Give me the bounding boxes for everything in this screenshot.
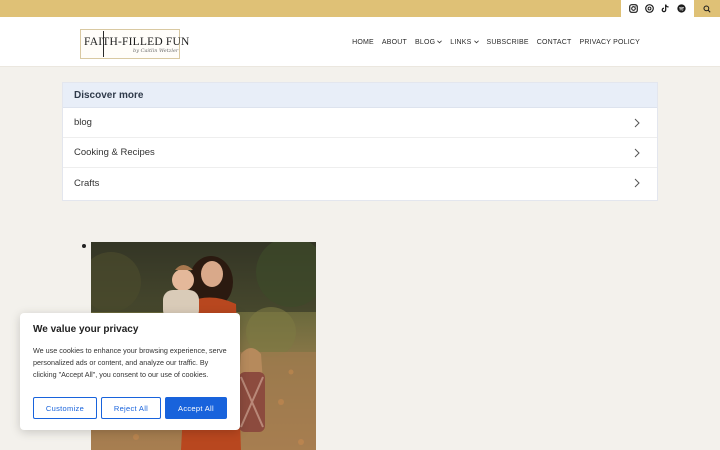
social-bar [621, 0, 720, 17]
threads-icon[interactable] [645, 4, 654, 13]
chevron-down-icon [473, 40, 479, 44]
spotify-icon[interactable] [677, 4, 686, 13]
discover-item[interactable]: Cooking & Recipes [63, 138, 657, 168]
search-icon [703, 4, 711, 13]
nav-blog[interactable]: BLOG [415, 38, 443, 46]
discover-item[interactable]: Crafts [63, 168, 657, 198]
nav-links-label: LINKS [450, 38, 472, 46]
instagram-icon[interactable] [629, 4, 638, 13]
discover-item-label: blog [74, 117, 92, 128]
list-bullet [82, 244, 86, 248]
nav-links[interactable]: LINKS [450, 38, 479, 46]
nav-contact[interactable]: CONTACT [537, 39, 572, 46]
accept-all-button[interactable]: Accept All [165, 397, 227, 419]
nav-privacy-policy[interactable]: PRIVACY POLICY [579, 39, 640, 46]
social-icons [621, 0, 694, 17]
search-button[interactable] [694, 0, 720, 17]
logo-subtitle: by Caitlin Wetzler [133, 48, 179, 54]
chevron-right-icon [634, 118, 640, 127]
customize-button[interactable]: Customize [33, 397, 97, 419]
discover-more-panel: Discover more blog Cooking & Recipes Cra… [62, 82, 658, 201]
nav-blog-label: BLOG [415, 38, 436, 46]
chevron-right-icon [634, 148, 640, 157]
tiktok-icon[interactable] [661, 4, 670, 13]
logo-title: FAITH-FILLED FUN [84, 36, 190, 48]
main-nav: HOME ABOUT BLOG LINKS SUBSCRIBE CONTACT … [352, 34, 640, 50]
nav-home[interactable]: HOME [352, 39, 374, 46]
discover-item-label: Crafts [74, 177, 100, 189]
discover-more-heading: Discover more [63, 83, 657, 108]
top-bar [0, 0, 720, 17]
discover-item[interactable]: blog [63, 108, 657, 138]
site-header: FAITH-FILLED FUN by Caitlin Wetzler HOME… [0, 17, 720, 67]
chevron-down-icon [437, 40, 443, 44]
site-logo[interactable]: FAITH-FILLED FUN by Caitlin Wetzler [80, 29, 189, 59]
reject-all-button[interactable]: Reject All [101, 397, 161, 419]
cookie-buttons: Customize Reject All Accept All [33, 397, 227, 419]
cookie-title: We value your privacy [33, 324, 139, 335]
nav-subscribe[interactable]: SUBSCRIBE [487, 39, 529, 46]
nav-about[interactable]: ABOUT [382, 39, 407, 46]
discover-item-label: Cooking & Recipes [74, 147, 155, 158]
cookie-consent-banner: We value your privacy We use cookies to … [20, 313, 240, 430]
cookie-description: We use cookies to enhance your browsing … [33, 346, 227, 379]
chevron-right-icon [634, 178, 640, 188]
